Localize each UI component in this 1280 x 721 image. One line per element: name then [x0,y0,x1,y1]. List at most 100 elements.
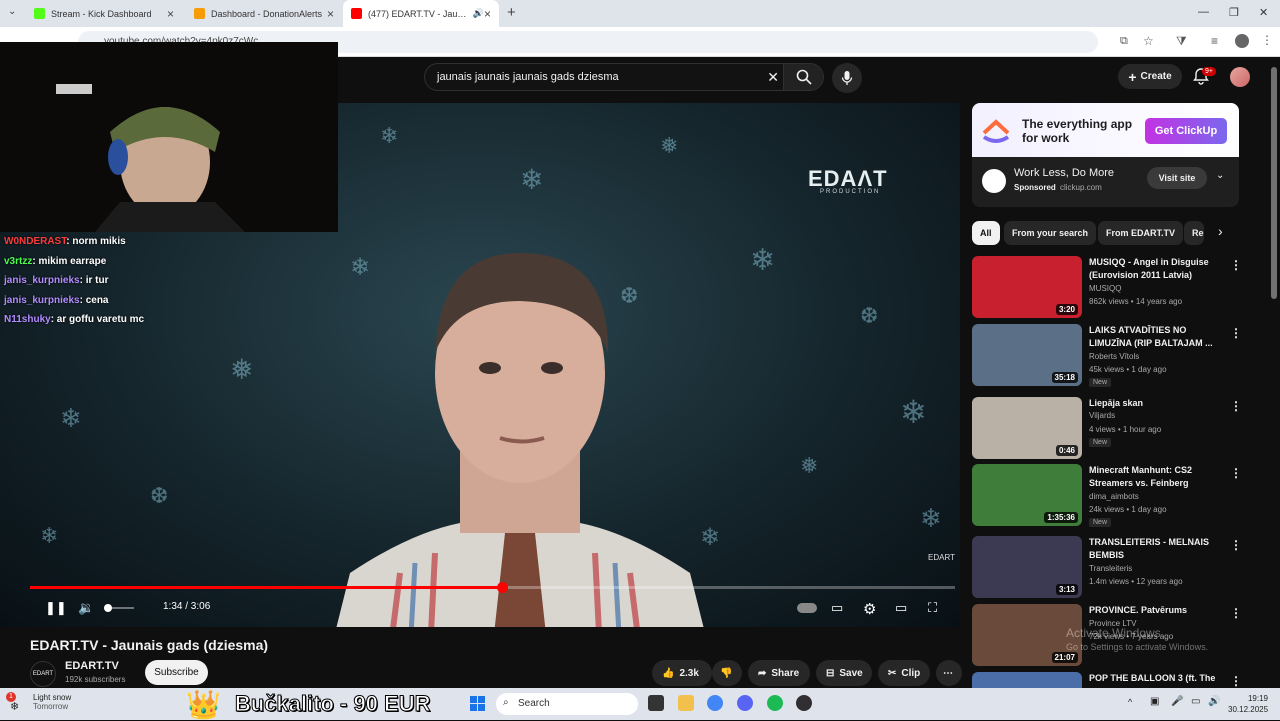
channel-avatar[interactable]: EDART [30,661,56,687]
recommended-video[interactable]: 3:13 TRANSLEITERIS - MELNAIS BEMBIS Tran… [972,536,1242,600]
chip-from-channel[interactable]: From EDART.TV [1098,221,1184,245]
more-options-icon[interactable]: ⋮ [1230,326,1242,340]
tray-chevron-icon[interactable]: ^ [1128,697,1132,707]
video-thumbnail[interactable]: 3:13 [972,536,1082,598]
video-title[interactable]: TRANSLEITERIS - MELNAIS BEMBIS [1089,536,1224,562]
search-button[interactable] [783,64,823,90]
chrome-icon[interactable] [707,695,723,711]
fullscreen-icon[interactable]: ⛶ [928,600,937,616]
video-title[interactable]: MUSIQQ - Angel in Disguise (Eurovision 2… [1089,256,1224,282]
minimize-icon[interactable]: — [1198,6,1209,18]
obs-icon[interactable] [796,695,812,711]
recommended-video[interactable]: 3:20 MUSIQQ - Angel in Disguise (Eurovis… [972,256,1242,320]
more-options-icon[interactable]: ⋮ [1230,538,1242,552]
video-thumbnail[interactable]: 35:18 [972,324,1082,386]
page-scrollbar[interactable] [1271,67,1277,299]
tab-search-icon[interactable]: ⌄ [8,6,16,17]
like-button[interactable]: 👍 2.3k [652,660,712,686]
chip-recommended[interactable]: Re [1184,221,1204,245]
profile-avatar[interactable] [1235,34,1249,48]
autoplay-toggle[interactable] [797,603,817,613]
create-button[interactable]: + Create [1118,64,1182,89]
bookmark-star-icon[interactable]: ☆ [1143,34,1154,48]
cast-icon[interactable]: ⧉ [1120,35,1128,48]
channel-name[interactable]: Roberts Vītols [1089,352,1139,361]
tab-kick-dashboard[interactable]: Stream - Kick Dashboard × [26,0,182,27]
microphone-icon[interactable]: 🎤 [1171,696,1183,707]
tab-youtube[interactable]: (477) EDART.TV - Jaunais gads 🔊 × [343,0,499,27]
video-thumbnail[interactable]: 3:20 [972,256,1082,318]
ad-banner[interactable]: The everything app for work Get ClickUp [972,103,1239,157]
search-input[interactable]: jaunais jaunais jaunais gads dziesma ✕ [424,63,824,91]
volume-icon[interactable]: 🔉 [78,600,94,616]
volume-slider[interactable] [104,604,134,612]
video-title[interactable]: PROVINCE. Patvērums [1089,604,1224,617]
system-clock[interactable]: 19:19 30.12.2025 [1228,693,1268,715]
progress-scrubber[interactable] [496,582,508,593]
video-title[interactable]: Liepāja skan [1089,397,1224,410]
channel-name[interactable]: Viljards [1089,411,1115,420]
more-options-icon[interactable]: ⋮ [1230,258,1242,272]
snow-weather-icon[interactable]: ❄ [10,700,19,713]
video-thumbnail[interactable]: 1:35:36 [972,464,1082,526]
browser-menu-icon[interactable]: ⋮ [1261,33,1273,47]
channel-name[interactable]: EDART.TV [65,660,119,672]
subscribe-button[interactable]: Subscribe [145,660,208,685]
account-avatar[interactable] [1230,67,1250,87]
settings-gear-icon[interactable]: ⚙ [863,600,876,618]
get-clickup-button[interactable]: Get ClickUp [1145,118,1227,144]
restore-icon[interactable]: ❐ [1229,6,1239,19]
tab-donationalerts[interactable]: Dashboard - DonationAlerts × [186,0,342,27]
video-title[interactable]: Minecraft Manhunt: CS2 Streamers vs. Fei… [1089,464,1224,490]
spotify-icon[interactable] [767,695,783,711]
share-button[interactable]: ➦ Share [748,660,810,686]
video-thumbnail[interactable]: 0:46 [972,397,1082,459]
channel-name[interactable]: dima_aimbots [1089,492,1139,501]
channel-name[interactable]: MUSIQQ [1089,284,1121,293]
close-icon[interactable]: × [167,7,174,21]
recommended-video[interactable]: 0:46 Liepāja skan Viljards 4 views • 1 h… [972,397,1242,461]
recommended-video[interactable]: 1:35:36 Minecraft Manhunt: CS2 Streamers… [972,464,1242,528]
recommended-video[interactable]: POP THE BALLOON 3 (ft. The ⋮ [972,672,1242,688]
video-progress-bar[interactable] [30,582,955,593]
close-icon[interactable]: × [327,7,334,21]
volume-handle[interactable] [104,604,112,612]
speaker-icon[interactable]: 🔊 [1208,696,1220,707]
close-icon[interactable]: × [484,7,491,21]
more-options-icon[interactable]: ⋮ [1230,606,1242,620]
task-view-icon[interactable] [648,695,664,711]
file-explorer-icon[interactable] [678,695,694,711]
more-actions-button[interactable]: ⋯ [936,660,962,686]
discord-icon[interactable] [737,695,753,711]
audio-playing-icon[interactable]: 🔊 [473,8,484,19]
chevron-down-icon[interactable]: ⌄ [1216,170,1224,181]
more-options-icon[interactable]: ⋮ [1230,674,1242,688]
chip-from-your-search[interactable]: From your search [1004,221,1097,245]
chip-all[interactable]: All [972,221,1000,245]
weather-widget[interactable]: Light snow Tomorrow [33,693,71,711]
dislike-button[interactable]: 👎 [712,660,742,686]
network-icon[interactable]: ▭ [1191,696,1200,707]
extensions-icon[interactable]: ⧩ [1176,34,1187,49]
save-button[interactable]: ⊟ Save [816,660,872,686]
channel-name[interactable]: Transleiteris [1089,564,1132,573]
visit-site-button[interactable]: Visit site [1147,167,1207,189]
window-close-icon[interactable]: ✕ [1259,6,1268,19]
windows-start-icon[interactable] [470,696,485,711]
captions-icon[interactable]: ▭ [831,600,843,616]
new-tab-icon[interactable]: + [507,4,516,21]
reading-list-icon[interactable]: ≡ [1211,34,1218,48]
pause-button[interactable]: ❚❚ [45,600,67,616]
video-title[interactable]: LAIKS ATVADĪTIES NO LIMUZĪNA (RIP BALTAJ… [1089,324,1224,350]
tray-app-icon[interactable]: ▣ [1150,696,1159,707]
clear-search-icon[interactable]: ✕ [767,69,779,86]
more-options-icon[interactable]: ⋮ [1230,466,1242,480]
voice-search-button[interactable] [832,63,862,93]
chevron-right-icon[interactable]: › [1218,223,1223,239]
theater-mode-icon[interactable]: ▭ [895,600,907,616]
video-thumbnail[interactable] [972,672,1082,688]
clip-button[interactable]: ✂ Clip [878,660,930,686]
more-options-icon[interactable]: ⋮ [1230,399,1242,413]
recommended-video[interactable]: 35:18 LAIKS ATVADĪTIES NO LIMUZĪNA (RIP … [972,324,1242,388]
video-title[interactable]: POP THE BALLOON 3 (ft. The [1089,672,1224,685]
